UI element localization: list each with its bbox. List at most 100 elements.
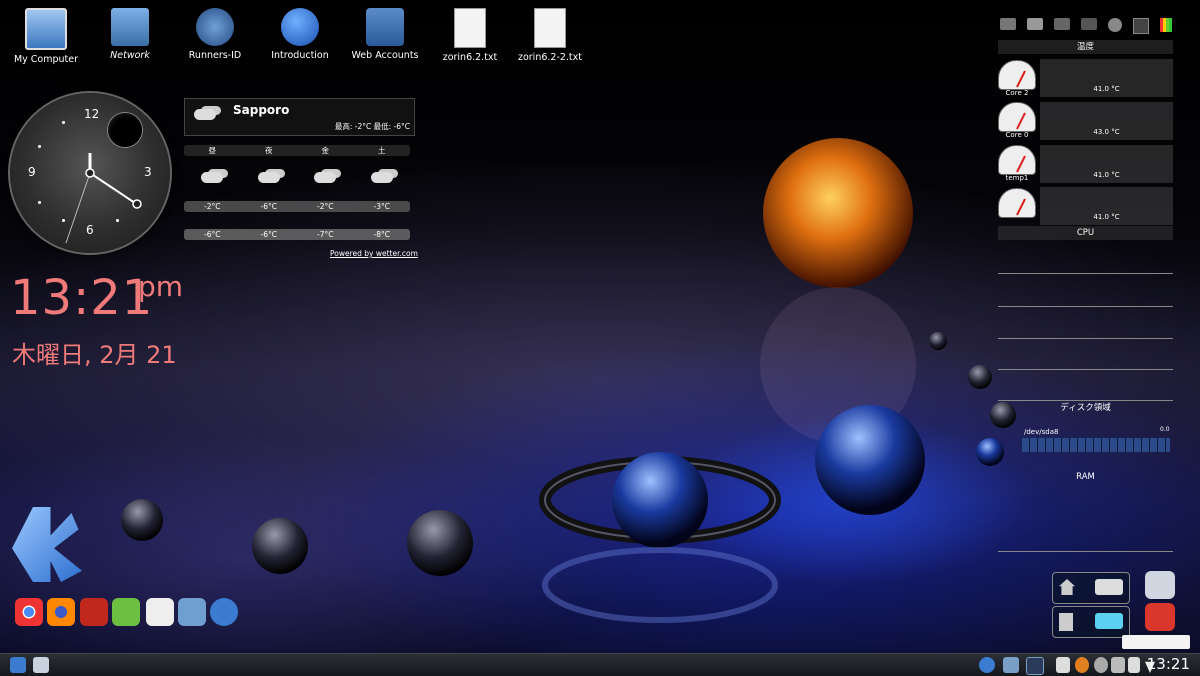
info-icon <box>281 8 319 46</box>
gauge-temp1: temp1 <box>998 145 1036 182</box>
sensor-label: temp1 <box>1005 174 1029 182</box>
snow-cloud-icon <box>198 170 226 184</box>
weather-day: 夜 <box>265 146 273 155</box>
notepad-icon[interactable] <box>146 598 174 626</box>
kde-menu-icon[interactable] <box>10 657 26 673</box>
signal-bars-icon[interactable] <box>1160 18 1172 32</box>
sensor-label: Core 0 <box>1005 131 1029 139</box>
power-icon[interactable] <box>1145 603 1175 631</box>
desktop-icon-label: Network <box>110 50 150 61</box>
weather-high: -2°C <box>317 202 334 211</box>
clipboard-icon[interactable] <box>1128 657 1140 673</box>
input-method-bar[interactable] <box>1122 635 1190 649</box>
show-desktop-icon[interactable] <box>1003 657 1019 673</box>
disk-device: /dev/sda8 <box>1024 428 1059 436</box>
globe-icon[interactable] <box>1108 18 1122 32</box>
desktop-icon-label: zorin6.2.txt <box>442 52 498 63</box>
weather-header: Sapporo 最高: -2°C 最低: -6°C <box>184 98 415 136</box>
temp-graph: 41.0 °C <box>1040 145 1173 183</box>
temperature-title: 温度 <box>998 40 1173 54</box>
network-folder-icon <box>111 8 149 46</box>
cpu-graph <box>998 341 1173 370</box>
cpu-graph <box>998 245 1173 274</box>
weather-days-row: 昼 夜 金 土 <box>184 145 410 156</box>
web-accounts-icon <box>366 8 404 46</box>
weather-day: 昼 <box>208 146 217 155</box>
file-toggle-widget[interactable] <box>1052 606 1130 638</box>
weather-lows-row: -6°C -6°C -7°C -8°C <box>184 229 410 240</box>
lock-icon[interactable] <box>1145 571 1175 599</box>
temp-graph: 41.0 °C <box>1040 187 1173 225</box>
text-file-icon <box>454 8 486 48</box>
desktop-icon[interactable]: Introduction <box>260 8 340 61</box>
computer-icon <box>25 8 67 50</box>
monitor-toolbar <box>1000 18 1172 38</box>
desktop-icon[interactable]: zorin6.2.txt <box>430 8 510 63</box>
powered-by-link[interactable]: Powered by wetter.com <box>330 249 418 258</box>
disk-icon[interactable] <box>1027 18 1043 30</box>
compass-icon <box>196 8 234 46</box>
ram-graph <box>998 486 1173 552</box>
weather-day: 金 <box>321 146 330 155</box>
gauge-core0: Core 0 <box>998 102 1036 139</box>
cpu-icon[interactable] <box>1133 18 1149 34</box>
desktop-icon[interactable]: Network <box>90 8 170 61</box>
terminal-icon[interactable] <box>1026 657 1044 675</box>
desktop-icon[interactable]: My Computer <box>6 8 86 65</box>
desktop-icon-label: My Computer <box>13 54 79 65</box>
thunderbird-icon[interactable] <box>210 598 238 626</box>
cpu-graph <box>998 278 1173 307</box>
disk-value: 0.0 <box>1160 426 1170 433</box>
kde-tray-icon[interactable] <box>979 657 995 673</box>
digital-clock-date: 木曜日, 2月 21 <box>12 341 177 369</box>
toggle-switch[interactable] <box>1095 613 1123 629</box>
toggle-switch[interactable] <box>1095 579 1123 595</box>
home-icon <box>1059 579 1075 595</box>
hard-drive-icon[interactable] <box>1000 18 1016 30</box>
chip-icon[interactable] <box>1054 18 1070 30</box>
kde-logo-icon[interactable] <box>12 507 82 582</box>
home-toggle-widget[interactable] <box>1052 572 1130 604</box>
leaf-app-icon[interactable] <box>112 598 140 626</box>
firefox-icon[interactable] <box>47 598 75 626</box>
weather-highs-row: -2°C -6°C -2°C -3°C <box>184 201 410 212</box>
clock-hands <box>65 153 142 244</box>
desktop-icon-label: Web Accounts <box>351 50 419 61</box>
taskbar-clock[interactable]: 13:21 <box>1147 655 1190 673</box>
desktop-icon[interactable]: Runners-ID <box>175 8 255 61</box>
weather-low: -6°C <box>260 230 277 239</box>
weather-hi-lo: 最高: -2°C 最低: -6°C <box>334 122 410 131</box>
weather-low: -8°C <box>373 230 390 239</box>
snow-cloud-icon <box>311 170 339 184</box>
input-method-icon[interactable] <box>1075 657 1089 673</box>
digital-clock-time: 13:21 <box>10 270 154 326</box>
camera-icon[interactable] <box>1081 18 1097 30</box>
sensor-value: 41.0 °C <box>1093 213 1120 221</box>
snow-cloud-icon <box>191 107 219 121</box>
cpu-graph <box>998 372 1173 401</box>
file-manager-icon[interactable] <box>178 598 206 626</box>
text-file-icon <box>534 8 566 48</box>
sensor-value: 41.0 °C <box>1093 171 1120 179</box>
weather-day: 土 <box>378 146 386 155</box>
chrome-icon[interactable] <box>15 598 43 626</box>
disk-usage-bar <box>1022 438 1170 452</box>
weather-low: -6°C <box>204 230 221 239</box>
settings-gear-icon[interactable] <box>1094 657 1108 673</box>
cpu-graph <box>998 310 1173 339</box>
sensor-value: 41.0 °C <box>1093 85 1120 93</box>
snow-cloud-icon <box>255 170 283 184</box>
desktop-icon-label: Introduction <box>271 50 329 61</box>
desktop-pager-icon[interactable] <box>33 657 49 673</box>
filezilla-icon[interactable] <box>80 598 108 626</box>
analog-clock-widget: 12 3 6 9 <box>10 93 170 253</box>
volume-icon[interactable] <box>1056 657 1070 673</box>
weather-high: -3°C <box>373 202 390 211</box>
desktop-icon[interactable]: zorin6.2-2.txt <box>510 8 590 63</box>
taskbar: 13:21 <box>0 653 1200 676</box>
weather-city: Sapporo <box>233 103 290 117</box>
desktop-icon[interactable]: Web Accounts <box>345 8 425 61</box>
weather-high: -6°C <box>260 202 277 211</box>
scissors-icon[interactable] <box>1111 657 1125 673</box>
file-icon <box>1059 613 1073 631</box>
